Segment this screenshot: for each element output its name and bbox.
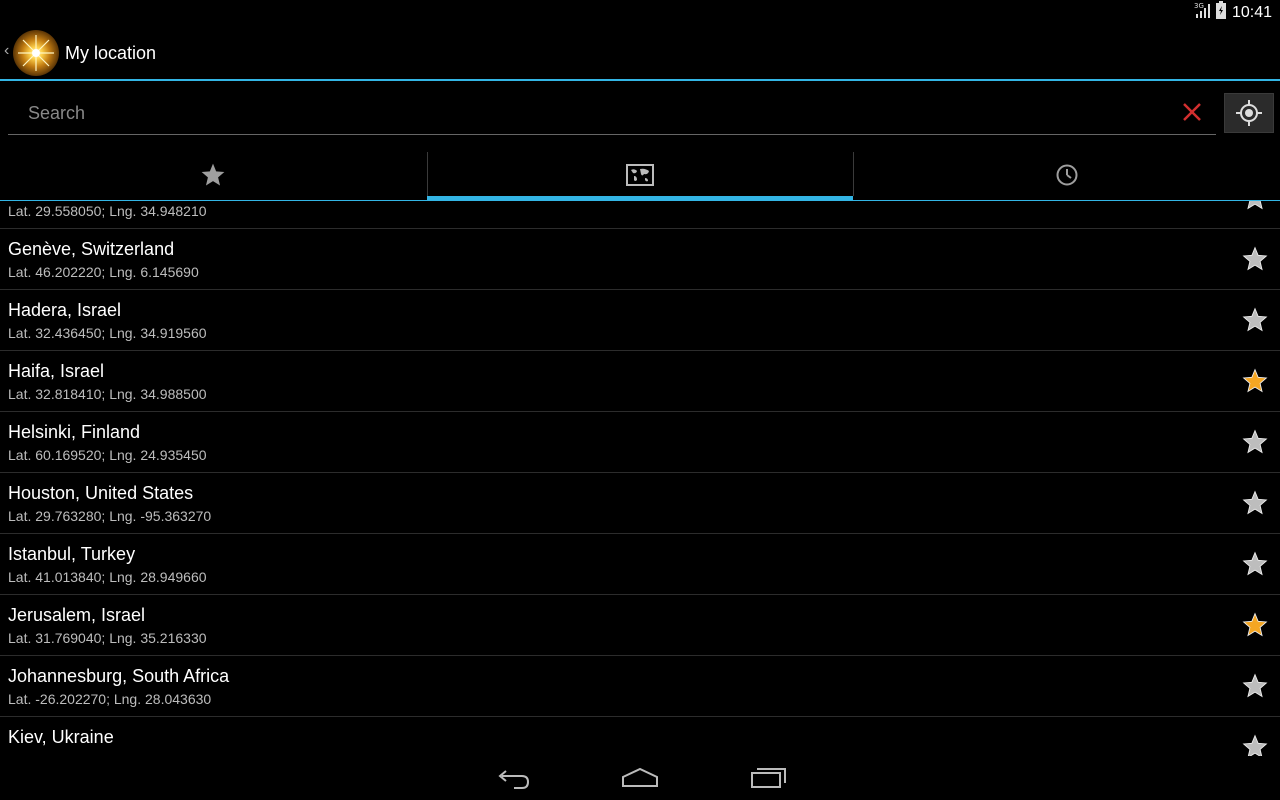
- location-coords: Lat. -26.202270; Lng. 28.043630: [8, 691, 212, 707]
- search-input[interactable]: [8, 90, 1190, 136]
- network-type-label: 3G: [1194, 2, 1204, 10]
- location-coords: Lat. 29.558050; Lng. 34.948210: [8, 203, 207, 219]
- location-name: Hadera, Israel: [8, 300, 122, 320]
- app-root: 3G 10:41 ‹ My location Search Lat. 29.55…: [0, 0, 1280, 800]
- status-time: 10:41: [1231, 3, 1272, 21]
- location-coords: Lat. 31.769040; Lng. 35.216330: [8, 630, 207, 646]
- location-name: Johannesburg, South Africa: [8, 666, 230, 686]
- favorite-star-off-icon[interactable]: [1242, 734, 1268, 756]
- favorite-star-off-icon[interactable]: [1242, 429, 1268, 455]
- favorite-star-on-icon[interactable]: [1242, 612, 1268, 638]
- location-coords: Lat. 32.818410; Lng. 34.988500: [8, 386, 207, 402]
- location-coords: Lat. 29.763280; Lng. -95.363270: [8, 508, 212, 524]
- tab-history[interactable]: [853, 150, 1280, 200]
- location-row[interactable]: Johannesburg, South Africa Lat. -26.20227…: [0, 656, 1280, 717]
- favorite-star-off-icon[interactable]: [1242, 673, 1268, 699]
- tab-map[interactable]: [426, 150, 854, 201]
- up-caret-icon[interactable]: ‹: [4, 42, 9, 60]
- home-icon[interactable]: [620, 764, 660, 792]
- search-bar: [8, 90, 1216, 136]
- close-icon: [1183, 103, 1201, 121]
- tab-favorites[interactable]: [0, 150, 427, 200]
- location-name: Kiev, Ukraine: [8, 727, 114, 747]
- page-title: My location: [65, 43, 157, 63]
- location-coords: Lat. 41.013840; Lng. 28.949660: [8, 569, 207, 585]
- location-row[interactable]: Hadera, Israel Lat. 32.436450; Lng. 34.91…: [0, 290, 1280, 351]
- location-row[interactable]: Genève, Switzerland Lat. 46.202220; Lng. …: [0, 229, 1280, 290]
- location-name: Houston, United States: [8, 483, 194, 503]
- location-row[interactable]: Kiev, Ukraine: [0, 717, 1280, 756]
- location-row[interactable]: Haifa, Israel Lat. 32.818410; Lng. 34.988…: [0, 351, 1280, 412]
- location-name: Genève, Switzerland: [8, 239, 175, 259]
- back-icon[interactable]: [492, 764, 532, 792]
- favorite-star-off-icon[interactable]: [1242, 551, 1268, 577]
- clock-icon: [1056, 164, 1078, 186]
- favorite-star-on-icon[interactable]: [1242, 368, 1268, 394]
- recent-apps-icon[interactable]: [748, 764, 788, 792]
- location-list: Lat. 29.558050; Lng. 34.948210 Genève, Sw…: [0, 201, 1280, 756]
- location-row[interactable]: Houston, United States Lat. 29.763280; Ln…: [0, 473, 1280, 534]
- favorite-star-off-icon[interactable]: [1242, 307, 1268, 333]
- favorite-star-off-icon[interactable]: [1242, 201, 1268, 211]
- clear-search-button[interactable]: [1178, 98, 1206, 126]
- my-location-button[interactable]: [1224, 93, 1274, 133]
- tab-bar: [0, 150, 1280, 201]
- battery-icon: [1215, 1, 1226, 24]
- location-coords: Lat. 60.169520; Lng. 24.935450: [8, 447, 207, 463]
- crosshair-icon: [1236, 100, 1262, 126]
- favorite-star-off-icon[interactable]: [1242, 490, 1268, 516]
- status-bar: 3G 10:41: [0, 0, 1280, 25]
- map-icon: [626, 164, 654, 186]
- location-row[interactable]: Jerusalem, Israel Lat. 31.769040; Lng. 35…: [0, 595, 1280, 656]
- app-sun-icon[interactable]: [12, 29, 60, 77]
- location-name: Haifa, Israel: [8, 361, 105, 381]
- location-coords: Lat. 46.202220; Lng. 6.145690: [8, 264, 199, 280]
- location-name: Istanbul, Turkey: [8, 544, 136, 564]
- location-row[interactable]: Helsinki, Finland Lat. 60.169520; Lng. 24…: [0, 412, 1280, 473]
- location-row[interactable]: Lat. 29.558050; Lng. 34.948210: [0, 201, 1280, 229]
- location-name: Helsinki, Finland: [8, 422, 141, 442]
- favorite-star-off-icon[interactable]: [1242, 246, 1268, 272]
- action-bar: ‹ My location: [0, 25, 1280, 81]
- location-row[interactable]: Istanbul, Turkey Lat. 41.013840; Lng. 28.…: [0, 534, 1280, 595]
- location-coords: Lat. 32.436450; Lng. 34.919560: [8, 325, 207, 341]
- signal-3g-icon: 3G: [1194, 1, 1210, 24]
- star-icon: [201, 163, 225, 186]
- location-name: Jerusalem, Israel: [8, 605, 146, 625]
- system-nav-bar: [0, 756, 1280, 800]
